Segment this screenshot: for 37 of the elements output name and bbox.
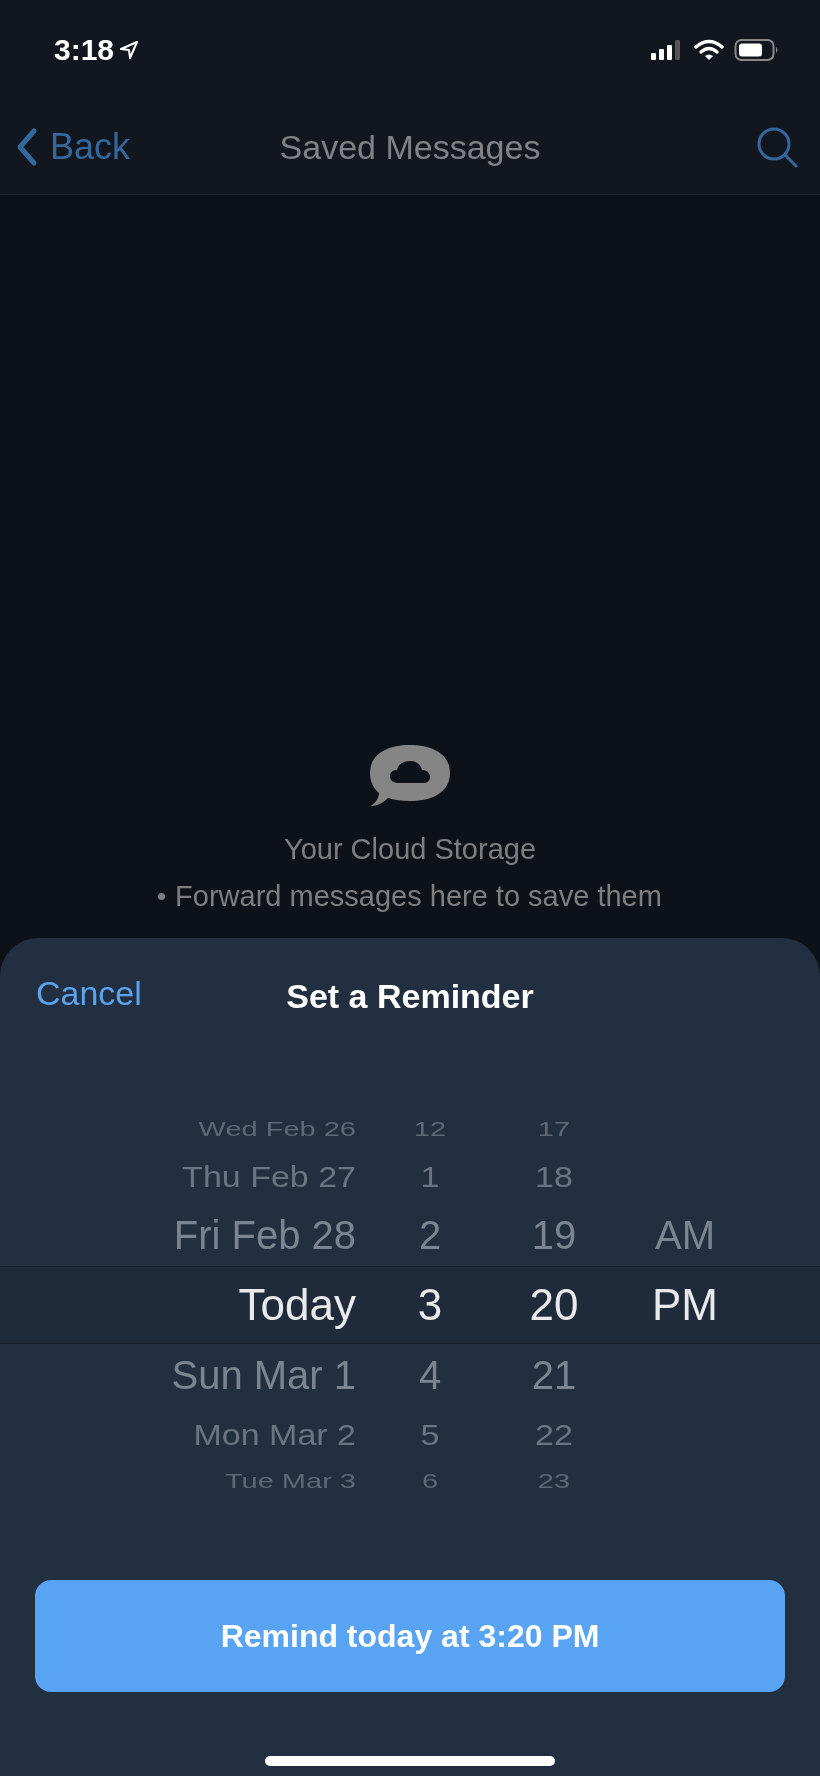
battery-icon	[734, 38, 780, 62]
date-option[interactable]: Mon Mar 2	[193, 1419, 356, 1449]
hour-option[interactable]: 3	[417, 1283, 443, 1327]
date-option[interactable]: Sun Mar 1	[171, 1355, 356, 1395]
date-option[interactable]: Fri Feb 28	[173, 1215, 356, 1255]
hour-option[interactable]: 1	[420, 1161, 440, 1191]
date-option[interactable]: Tue Mar 3	[224, 1470, 356, 1492]
clock-time: 3:18	[54, 33, 115, 67]
minute-option[interactable]: 20	[529, 1283, 579, 1327]
cloud-chat-icon	[368, 743, 452, 809]
hour-option[interactable]: 6	[421, 1470, 439, 1492]
back-button[interactable]: Back	[16, 126, 131, 168]
hour-option[interactable]: 2	[418, 1215, 442, 1255]
hour-option[interactable]: 12	[413, 1118, 447, 1140]
minute-option[interactable]: 23	[537, 1470, 571, 1492]
hour-option[interactable]: 5	[420, 1419, 440, 1449]
cancel-button[interactable]: Cancel	[36, 974, 142, 1013]
location-arrow-icon	[118, 39, 141, 61]
minute-option[interactable]: 17	[537, 1118, 571, 1140]
bullet-dot	[158, 893, 166, 900]
bullet-text: Forward messages here to save them	[175, 880, 662, 913]
date-option[interactable]: Wed Feb 26	[198, 1118, 356, 1140]
hour-option[interactable]: 4	[418, 1355, 442, 1395]
sheet-title: Set a Reminder	[286, 976, 534, 1016]
empty-state-title: Your Cloud Storage	[283, 833, 537, 866]
minute-option[interactable]: 18	[535, 1161, 573, 1191]
minute-option[interactable]: 21	[531, 1355, 577, 1395]
nav-title: Saved Messages	[278, 127, 542, 167]
period-option[interactable]: AM	[655, 1215, 715, 1255]
minute-option[interactable]: 19	[531, 1215, 577, 1255]
date-option[interactable]: Today	[238, 1283, 356, 1327]
period-option[interactable]: PM	[652, 1283, 718, 1327]
wifi-icon	[694, 39, 724, 61]
date-option[interactable]: Thu Feb 27	[182, 1161, 356, 1191]
minute-option[interactable]: 22	[535, 1419, 573, 1449]
chevron-left-icon	[16, 127, 38, 167]
remind-button[interactable]: Remind today at 3:20 PM	[35, 1580, 785, 1692]
